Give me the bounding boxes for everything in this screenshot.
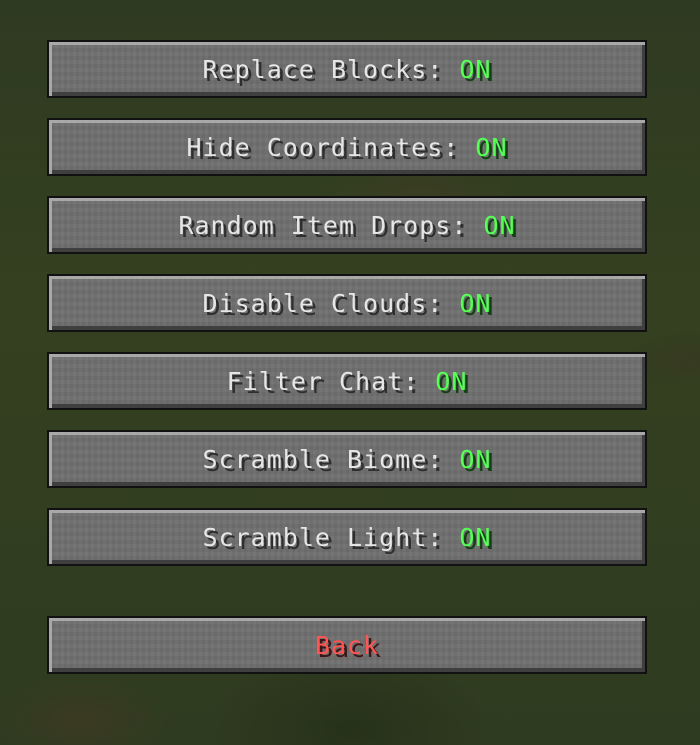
option-value: ON <box>475 132 508 162</box>
option-label: Disable Clouds: <box>202 288 460 318</box>
option-value: ON <box>483 210 516 240</box>
back-button-label: Back <box>314 630 380 660</box>
option-label: Replace Blocks: <box>202 54 460 84</box>
toggle-replace-blocks-button[interactable]: Replace Blocks: ON <box>47 40 647 98</box>
toggle-scramble-light-button[interactable]: Scramble Light: ON <box>47 508 647 566</box>
toggle-hide-coordinates-button[interactable]: Hide Coordinates: ON <box>47 118 647 176</box>
option-value: ON <box>459 522 492 552</box>
option-label: Random Item Drops: <box>178 210 484 240</box>
option-label: Scramble Light: <box>202 522 460 552</box>
option-value: ON <box>435 366 468 396</box>
option-label: Scramble Biome: <box>202 444 460 474</box>
option-value: ON <box>459 444 492 474</box>
toggle-random-item-drops-button[interactable]: Random Item Drops: ON <box>47 196 647 254</box>
option-label: Hide Coordinates: <box>186 132 476 162</box>
toggle-disable-clouds-button[interactable]: Disable Clouds: ON <box>47 274 647 332</box>
option-value: ON <box>459 54 492 84</box>
option-value: ON <box>459 288 492 318</box>
back-button[interactable]: Back <box>47 616 647 674</box>
option-label: Filter Chat: <box>226 366 436 396</box>
toggle-filter-chat-button[interactable]: Filter Chat: ON <box>47 352 647 410</box>
options-screen: Replace Blocks: ON Hide Coordinates: ON … <box>0 0 700 745</box>
toggle-scramble-biome-button[interactable]: Scramble Biome: ON <box>47 430 647 488</box>
